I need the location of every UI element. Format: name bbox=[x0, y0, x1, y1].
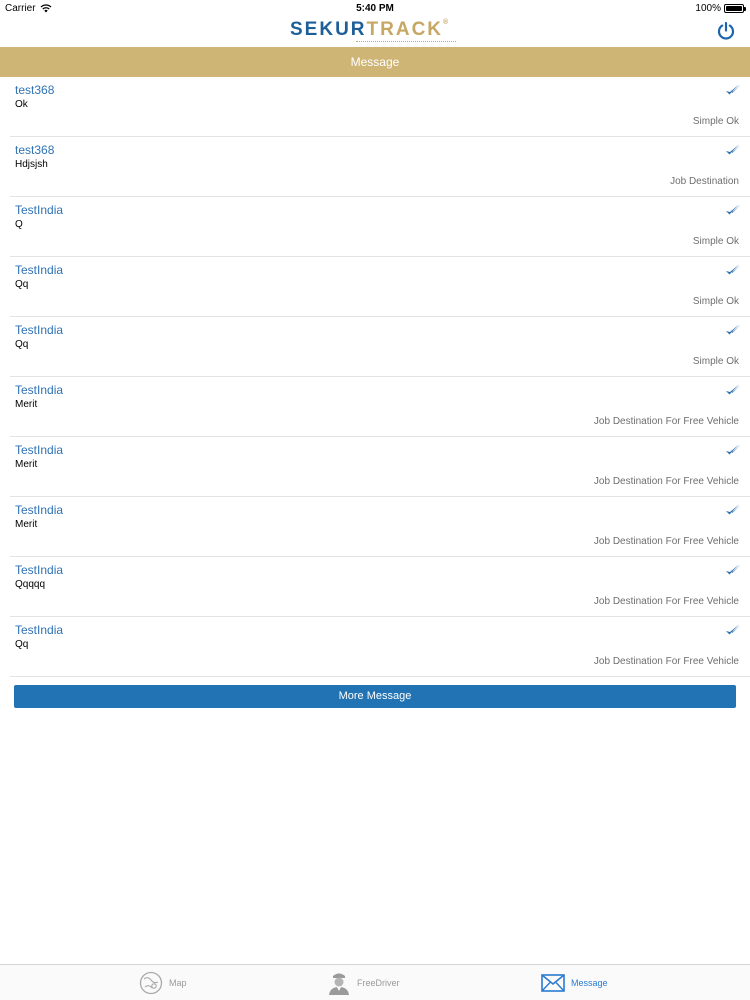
double-check-icon bbox=[726, 204, 741, 215]
message-sender: TestIndia bbox=[15, 323, 64, 337]
message-sender: TestIndia bbox=[15, 263, 64, 277]
message-sender: TestIndia bbox=[15, 203, 64, 217]
double-check-icon bbox=[726, 504, 741, 515]
app-header: SEKURTRACK® bbox=[0, 16, 750, 47]
message-type: Job Destination For Free Vehicle bbox=[593, 476, 739, 487]
double-check-icon bbox=[726, 384, 741, 395]
tab-message[interactable]: Message bbox=[541, 969, 608, 997]
more-message-button[interactable]: More Message bbox=[14, 685, 736, 708]
message-sender: test368 bbox=[15, 83, 55, 97]
message-body: Qq bbox=[15, 279, 29, 290]
message-type: Job Destination For Free Vehicle bbox=[593, 596, 739, 607]
message-sender: TestIndia bbox=[15, 503, 64, 517]
message-sender: test368 bbox=[15, 143, 55, 157]
double-check-icon bbox=[726, 564, 741, 575]
double-check-icon bbox=[726, 444, 741, 455]
message-sender: TestIndia bbox=[15, 443, 64, 457]
message-body: Hdjsjsh bbox=[15, 159, 48, 170]
status-bar: Carrier 5:40 PM 100% bbox=[0, 0, 750, 16]
message-item[interactable]: TestIndia Merit Job Destination For Free… bbox=[10, 497, 750, 557]
message-item[interactable]: TestIndia Qq Simple Ok bbox=[10, 317, 750, 377]
message-body: Qq bbox=[15, 639, 29, 650]
tab-message-label: Message bbox=[571, 978, 608, 988]
message-list: test368 Ok Simple Ok test368 Hdjsjsh Job… bbox=[0, 77, 750, 677]
sekurtrack-logo: SEKURTRACK® bbox=[290, 19, 448, 41]
message-type: Simple Ok bbox=[692, 356, 739, 367]
tab-bar: Map FreeDriver Message bbox=[0, 964, 750, 1000]
tab-freedriver[interactable]: FreeDriver bbox=[327, 969, 400, 997]
battery-group: 100% bbox=[695, 3, 746, 14]
logo-text-part2: TRACK bbox=[366, 19, 444, 40]
message-body: Qqqqq bbox=[15, 579, 46, 590]
tab-map[interactable]: Map bbox=[139, 969, 187, 997]
message-body: Ok bbox=[15, 99, 28, 110]
message-item[interactable]: TestIndia Merit Job Destination For Free… bbox=[10, 377, 750, 437]
double-check-icon bbox=[726, 144, 741, 155]
message-type: Job Destination For Free Vehicle bbox=[593, 656, 739, 667]
message-type: Job Destination For Free Vehicle bbox=[593, 536, 739, 547]
clock: 5:40 PM bbox=[356, 3, 394, 14]
message-sender: TestIndia bbox=[15, 563, 64, 577]
message-item[interactable]: TestIndia Q Simple Ok bbox=[10, 197, 750, 257]
double-check-icon bbox=[726, 324, 741, 335]
envelope-icon bbox=[541, 974, 565, 992]
battery-icon bbox=[724, 4, 746, 13]
message-body: Qq bbox=[15, 339, 29, 350]
tab-map-label: Map bbox=[169, 978, 187, 988]
page-title: Message bbox=[350, 55, 400, 69]
message-sender: TestIndia bbox=[15, 383, 64, 397]
message-body: Merit bbox=[15, 459, 38, 470]
message-item[interactable]: TestIndia Qq Job Destination For Free Ve… bbox=[10, 617, 750, 677]
message-type: Simple Ok bbox=[692, 236, 739, 247]
message-item[interactable]: test368 Ok Simple Ok bbox=[10, 77, 750, 137]
message-type: Simple Ok bbox=[692, 296, 739, 307]
double-check-icon bbox=[726, 264, 741, 275]
message-item[interactable]: TestIndia Qqqqq Job Destination For Free… bbox=[10, 557, 750, 617]
message-type: Job Destination For Free Vehicle bbox=[593, 416, 739, 427]
page-title-bar: Message bbox=[0, 47, 750, 77]
message-type: Simple Ok bbox=[692, 116, 739, 127]
double-check-icon bbox=[726, 624, 741, 635]
message-item[interactable]: TestIndia Qq Simple Ok bbox=[10, 257, 750, 317]
logo-registered-mark: ® bbox=[443, 19, 449, 26]
message-item[interactable]: TestIndia Merit Job Destination For Free… bbox=[10, 437, 750, 497]
message-body: Merit bbox=[15, 519, 38, 530]
driver-icon bbox=[329, 973, 349, 995]
logo-tagline-decoration bbox=[356, 41, 456, 44]
power-icon[interactable] bbox=[716, 21, 736, 41]
message-body: Merit bbox=[15, 399, 38, 410]
map-icon bbox=[139, 971, 163, 995]
logo-text-part1: SEKUR bbox=[290, 19, 367, 40]
message-body: Q bbox=[15, 219, 23, 230]
double-check-icon bbox=[726, 84, 741, 95]
message-sender: TestIndia bbox=[15, 623, 64, 637]
message-type: Job Destination bbox=[670, 176, 739, 187]
message-item[interactable]: test368 Hdjsjsh Job Destination bbox=[10, 137, 750, 197]
battery-percent: 100% bbox=[695, 3, 721, 14]
tab-freedriver-label: FreeDriver bbox=[357, 978, 400, 988]
